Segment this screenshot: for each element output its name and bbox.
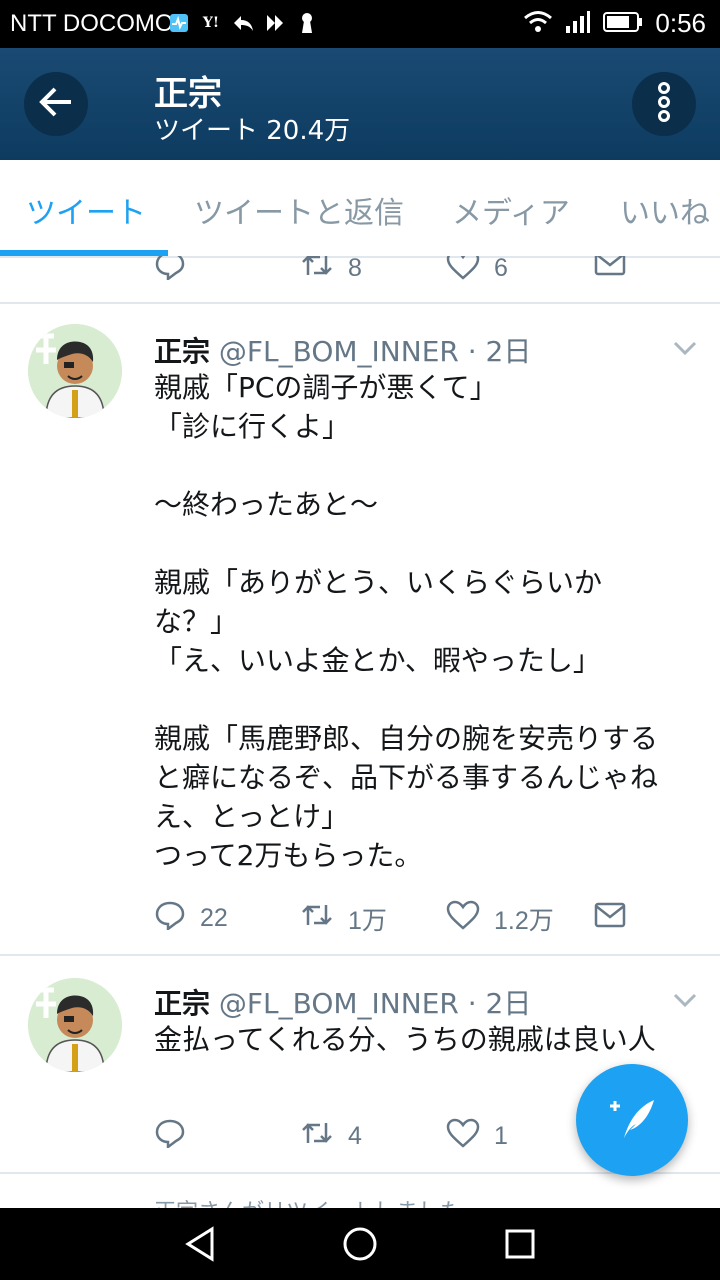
heart-icon bbox=[446, 256, 480, 287]
reply-button[interactable]: 22 bbox=[154, 900, 228, 937]
tweet-timeline[interactable]: 8 6 正宗 @FL_BOM_INNER · 2日 親戚「PCの調子が悪くて」 … bbox=[0, 256, 720, 1208]
tweet-divider bbox=[0, 954, 720, 956]
system-indicators: 0:56 bbox=[523, 8, 706, 39]
like-button[interactable]: 1.2万 bbox=[446, 900, 554, 937]
reply-arrow-icon bbox=[232, 12, 254, 34]
profile-app-bar: 正宗 ツイート 20.4万 bbox=[0, 48, 720, 160]
nav-back-button[interactable] bbox=[180, 1224, 220, 1264]
nav-home-button[interactable] bbox=[340, 1224, 380, 1264]
tweet-text-line: つって2万もらった。 bbox=[154, 839, 423, 872]
retweet-count: 8 bbox=[348, 256, 362, 282]
mail-icon bbox=[594, 256, 626, 283]
tweet-text-line: 金払ってくれる分、うちの親戚は良い人 bbox=[154, 1023, 656, 1056]
tab-media[interactable]: メディア bbox=[452, 188, 570, 232]
reply-count: 22 bbox=[200, 904, 228, 932]
retweet-button[interactable]: 4 bbox=[300, 1118, 362, 1155]
tweet-text-line bbox=[154, 446, 658, 485]
profile-tabs: ツイート ツイートと返信 メディア いいね bbox=[0, 160, 720, 258]
profile-name: 正宗 bbox=[154, 74, 222, 114]
tweet-divider bbox=[0, 302, 720, 304]
author-handle-and-time[interactable]: @FL_BOM_INNER · 2日 bbox=[219, 987, 531, 1020]
like-count: 1 bbox=[494, 1122, 508, 1150]
more-vertical-icon bbox=[656, 82, 672, 126]
tweet-text-line: と癖になるぞ、品下がる事するんじゃね bbox=[154, 761, 659, 794]
reply-icon bbox=[154, 900, 186, 937]
tweet-text-line: な？」 bbox=[154, 605, 239, 638]
tab-likes[interactable]: いいね bbox=[620, 188, 710, 232]
reply-icon bbox=[154, 256, 186, 287]
tag-icon bbox=[264, 12, 286, 34]
dm-button[interactable] bbox=[594, 256, 626, 283]
chevron-down-icon[interactable] bbox=[672, 340, 698, 360]
back-arrow-icon bbox=[39, 87, 73, 121]
tweet-count: ツイート 20.4万 bbox=[154, 116, 351, 146]
tweet-header: 正宗 @FL_BOM_INNER · 2日 bbox=[154, 330, 531, 370]
tweet-text-line bbox=[154, 524, 658, 563]
tweet-text-line: 親戚「馬鹿野郎、自分の腕を安売りする bbox=[154, 722, 659, 755]
reply-button[interactable] bbox=[154, 256, 186, 287]
mail-icon bbox=[594, 902, 626, 935]
avatar[interactable] bbox=[28, 978, 122, 1072]
retweet-icon bbox=[300, 1118, 334, 1155]
health-app-icon bbox=[168, 12, 190, 34]
author-handle-and-time[interactable]: @FL_BOM_INNER · 2日 bbox=[219, 335, 531, 368]
heart-icon bbox=[446, 900, 480, 937]
like-button[interactable]: 1 bbox=[446, 1118, 508, 1155]
keyhole-icon bbox=[296, 12, 318, 34]
tweet-text: 親戚「PCの調子が悪くて」 「診に行くよ」 〜終わったあと〜 親戚「ありがとう、… bbox=[154, 368, 658, 875]
tab-tweets[interactable]: ツイート bbox=[26, 188, 146, 232]
reply-button[interactable] bbox=[154, 1118, 200, 1155]
dm-button[interactable] bbox=[594, 902, 626, 935]
status-bar: NTT DOCOMO Y! 0:56 bbox=[0, 0, 720, 48]
retweet-count: 1万 bbox=[348, 906, 387, 935]
heart-icon bbox=[446, 1118, 480, 1155]
like-button[interactable]: 6 bbox=[446, 256, 508, 287]
compose-tweet-button[interactable] bbox=[576, 1064, 688, 1176]
tweet-text-line: 〜終わったあと〜 bbox=[154, 488, 379, 521]
tweet-text: 金払ってくれる分、うちの親戚は良い人 bbox=[154, 1020, 656, 1059]
notification-icons: Y! bbox=[168, 12, 318, 34]
like-count: 6 bbox=[494, 256, 508, 282]
tweet-header: 正宗 @FL_BOM_INNER · 2日 bbox=[154, 982, 531, 1022]
overflow-menu-button[interactable] bbox=[632, 72, 696, 136]
clock: 0:56 bbox=[655, 8, 706, 38]
retweet-icon bbox=[300, 900, 334, 937]
system-navigation-bar bbox=[0, 1208, 720, 1280]
retweet-icon bbox=[300, 256, 334, 287]
tweet-text-line: 親戚「ありがとう、いくらぐらいか bbox=[154, 566, 603, 599]
tweet-text-line bbox=[154, 680, 658, 719]
retweet-button[interactable]: 8 bbox=[300, 256, 362, 287]
compose-feather-icon bbox=[606, 1094, 658, 1146]
retweet-count: 4 bbox=[348, 1122, 362, 1150]
back-button[interactable] bbox=[24, 72, 88, 136]
carrier-label: NTT DOCOMO bbox=[10, 10, 174, 37]
nav-recents-button[interactable] bbox=[500, 1224, 540, 1264]
yahoo-icon: Y! bbox=[202, 15, 220, 31]
signal-icon bbox=[565, 10, 591, 38]
retweet-button[interactable]: 1万 bbox=[300, 900, 387, 937]
battery-icon bbox=[603, 11, 643, 37]
tab-tweets-and-replies[interactable]: ツイートと返信 bbox=[194, 188, 404, 232]
wifi-icon bbox=[523, 10, 553, 38]
tweet-text-line: 「え、いいよ金とか、暇やったし」 bbox=[154, 644, 601, 677]
author-name[interactable]: 正宗 bbox=[154, 335, 210, 368]
tweet-text-line: 「診に行くよ」 bbox=[154, 410, 351, 443]
chevron-down-icon[interactable] bbox=[672, 992, 698, 1012]
tweet-text-line: 親戚「PCの調子が悪くて」 bbox=[154, 371, 498, 404]
like-count: 1.2万 bbox=[494, 906, 554, 935]
author-name[interactable]: 正宗 bbox=[154, 987, 210, 1020]
tweet-text-line: え、とっとけ」 bbox=[154, 800, 350, 833]
retweet-context: 正宗さんがリツイートしました bbox=[154, 1194, 462, 1208]
avatar[interactable] bbox=[28, 324, 122, 418]
reply-icon bbox=[154, 1118, 186, 1155]
